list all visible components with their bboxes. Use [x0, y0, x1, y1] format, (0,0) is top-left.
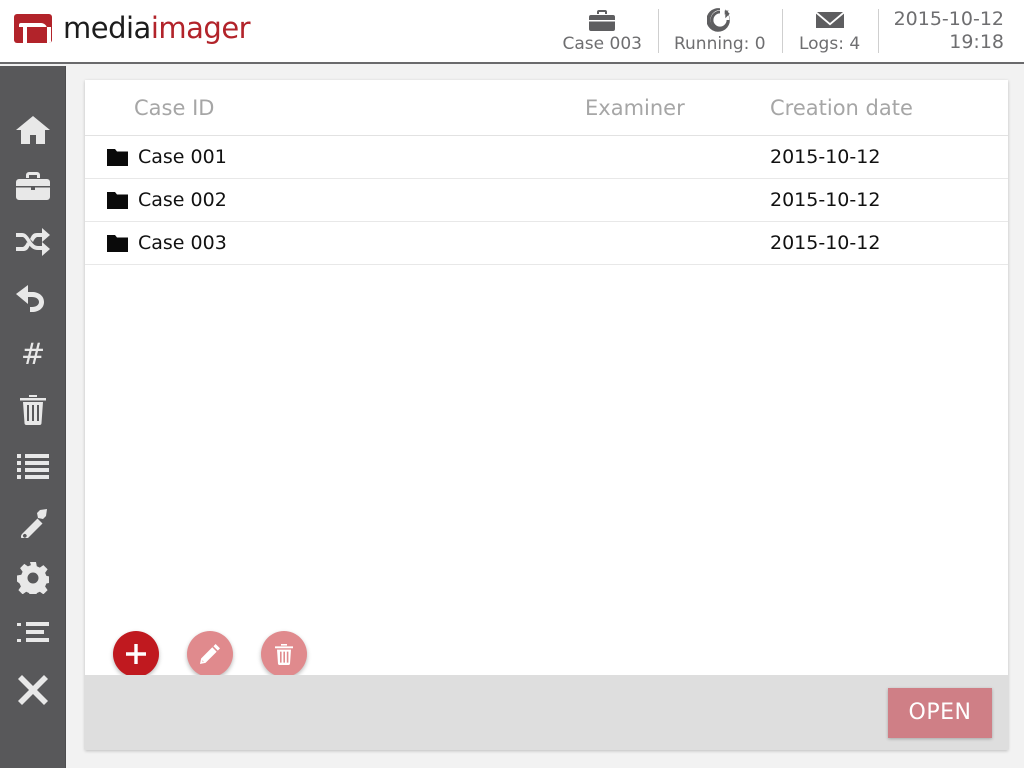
header-status-bar: Case 003 Running: 0 Logs: 4 2015-10-12 1… — [547, 0, 1024, 62]
edit-case-button[interactable] — [187, 631, 233, 677]
status-case-label: Case 003 — [562, 33, 642, 54]
app-title: mediaimager — [63, 11, 251, 45]
status-logs[interactable]: Logs: 4 — [781, 0, 878, 62]
column-header-creation-date[interactable]: Creation date — [770, 96, 959, 120]
cell-case-id: Case 001 — [85, 146, 585, 168]
sidebar-item-cases[interactable] — [0, 158, 66, 214]
mediaimager-logo-icon — [14, 14, 52, 43]
folder-icon — [107, 148, 128, 166]
sidebar-item-shuffle[interactable] — [0, 214, 66, 270]
open-case-button[interactable]: OPEN — [888, 687, 992, 738]
rotate-icon — [706, 7, 733, 33]
sidebar-item-hash[interactable]: # — [0, 326, 66, 382]
sidebar-item-home[interactable] — [0, 102, 66, 158]
case-id-text: Case 003 — [138, 232, 227, 254]
card-footer: OPEN — [85, 675, 1008, 750]
home-icon — [16, 116, 50, 144]
tasklist-icon — [17, 622, 49, 642]
header-clock: 2015-10-12 19:18 — [877, 0, 1024, 62]
cases-table-empty-area — [85, 265, 1008, 661]
briefcase-icon — [589, 7, 616, 33]
sidebar-item-tools[interactable] — [0, 494, 66, 550]
cases-table-body: Case 001 2015-10-12 Case 002 2015-10-12 … — [85, 136, 1008, 265]
status-case[interactable]: Case 003 — [547, 0, 658, 62]
gear-icon — [17, 562, 49, 594]
clock-date: 2015-10-12 — [893, 7, 1004, 30]
app-title-part2: imager — [150, 11, 251, 45]
list-icon — [17, 454, 49, 479]
table-row[interactable]: Case 003 2015-10-12 — [85, 222, 1008, 265]
case-id-text: Case 001 — [138, 146, 227, 168]
table-row[interactable]: Case 001 2015-10-12 — [85, 136, 1008, 179]
cell-creation-date: 2015-10-12 — [770, 189, 881, 211]
sidebar-item-tasks[interactable] — [0, 606, 66, 662]
clock-time: 19:18 — [949, 30, 1004, 53]
cell-creation-date: 2015-10-12 — [770, 146, 881, 168]
cases-table-header: Case ID Examiner Creation date — [85, 80, 1008, 136]
status-running[interactable]: Running: 0 — [657, 0, 782, 62]
wrench-icon — [20, 509, 47, 538]
delete-case-button[interactable] — [261, 631, 307, 677]
status-running-label: Running: 0 — [673, 33, 766, 54]
cell-case-id: Case 003 — [85, 232, 585, 254]
close-icon — [18, 675, 48, 705]
sidebar-item-trash[interactable] — [0, 382, 66, 438]
undo-icon — [16, 285, 44, 312]
column-header-examiner[interactable]: Examiner — [585, 96, 770, 120]
folder-icon — [107, 234, 128, 252]
folder-icon — [107, 191, 128, 209]
case-action-buttons — [113, 631, 307, 677]
add-case-button[interactable] — [113, 631, 159, 677]
app-header: mediaimager Case 003 Running: 0 Logs: 4 … — [0, 0, 1024, 64]
trash-icon — [20, 395, 46, 425]
pencil-icon — [200, 644, 220, 664]
envelope-icon — [815, 7, 844, 33]
sidebar-item-list[interactable] — [0, 438, 66, 494]
cases-card: Case ID Examiner Creation date Case 001 … — [85, 80, 1008, 750]
column-header-case-id[interactable]: Case ID — [85, 96, 585, 120]
case-id-text: Case 002 — [138, 189, 227, 211]
status-logs-label: Logs: 4 — [798, 33, 861, 54]
sidebar-item-undo[interactable] — [0, 270, 66, 326]
app-title-part1: media — [63, 11, 151, 45]
cell-creation-date: 2015-10-12 — [770, 232, 881, 254]
sidebar-item-settings[interactable] — [0, 550, 66, 606]
hash-icon: # — [20, 336, 46, 371]
cell-case-id: Case 002 — [85, 189, 585, 211]
plus-icon — [126, 644, 146, 664]
briefcase-icon — [16, 172, 50, 200]
table-row[interactable]: Case 002 2015-10-12 — [85, 179, 1008, 222]
sidebar-nav: # — [0, 66, 66, 768]
trash-icon — [275, 643, 293, 665]
shuffle-icon — [16, 228, 50, 256]
app-logo: mediaimager — [14, 11, 251, 45]
sidebar-item-exit[interactable] — [0, 662, 66, 718]
